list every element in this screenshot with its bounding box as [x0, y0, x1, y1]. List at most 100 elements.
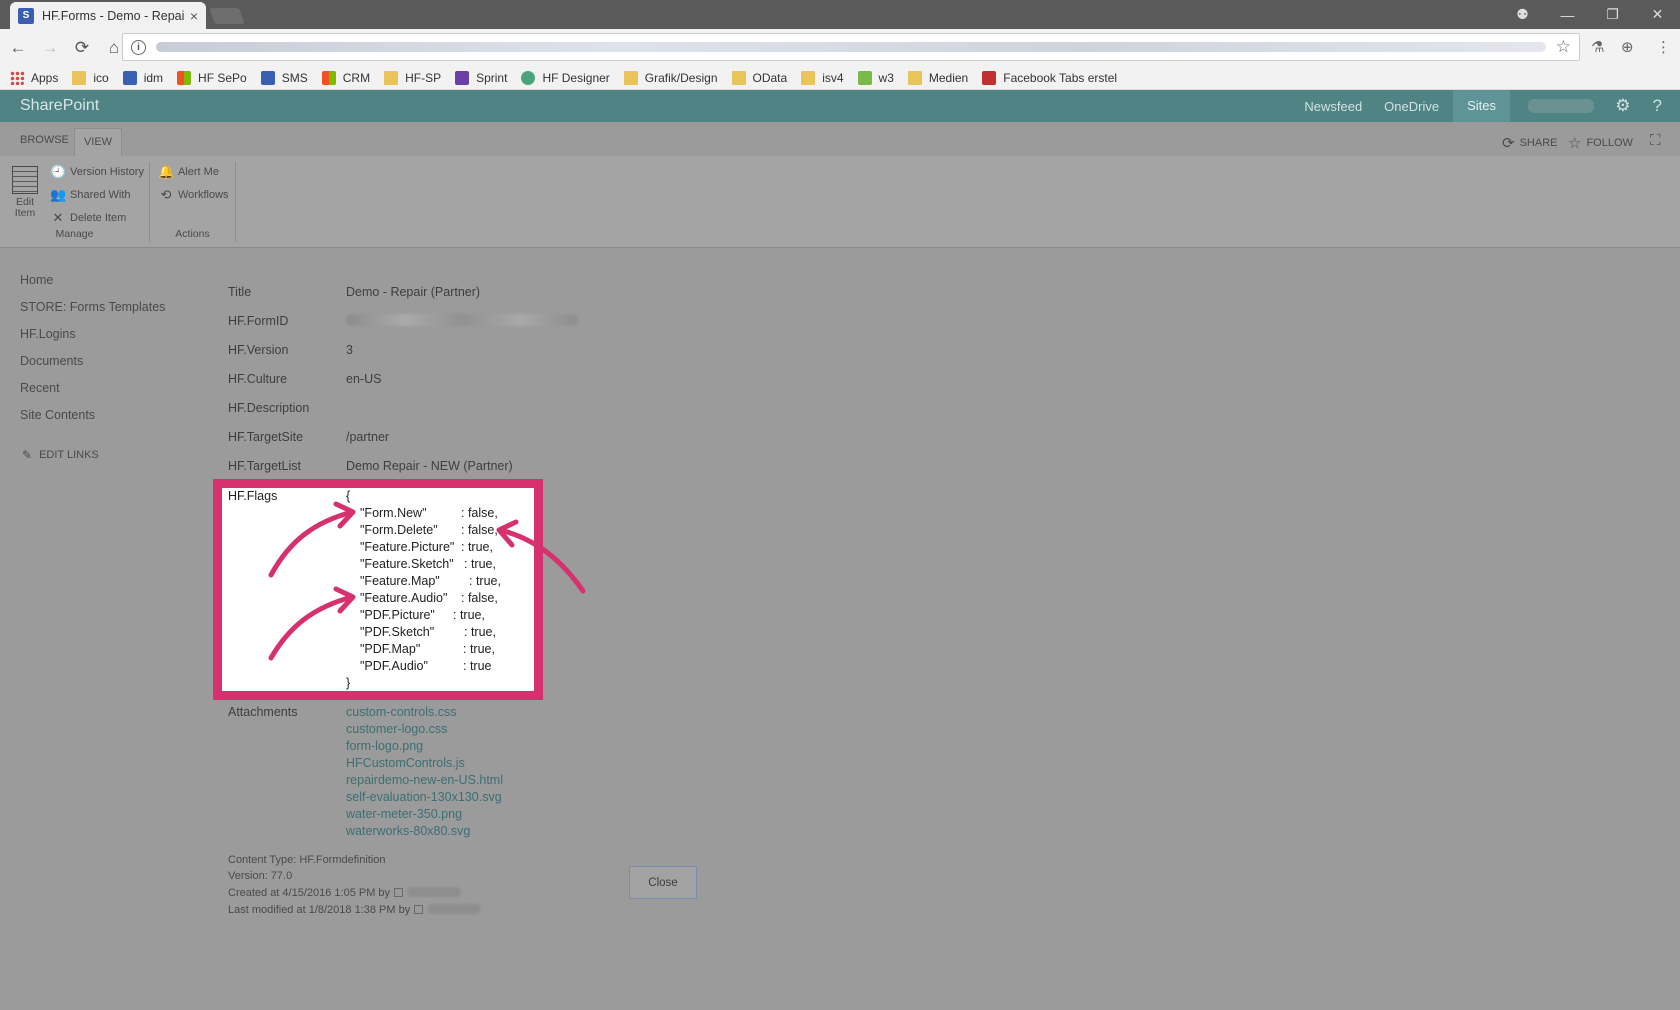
bookmark-odata[interactable]: OData — [731, 70, 787, 85]
back-icon[interactable]: ← — [4, 38, 32, 58]
extension-globe-icon[interactable]: ⊕ — [1621, 38, 1634, 56]
suite-link-onedrive[interactable]: OneDrive — [1384, 99, 1439, 114]
suite-link-newsfeed[interactable]: Newsfeed — [1304, 99, 1362, 114]
attachment-link[interactable]: form-logo.png — [346, 739, 423, 753]
bookmark-w3[interactable]: w3 — [857, 70, 894, 85]
bookmark-apps[interactable]: Apps — [10, 70, 58, 85]
prop-value-culture: en-US — [346, 372, 382, 386]
bookmark-grafik-design[interactable]: Grafik/Design — [623, 70, 718, 85]
flag-entry: "PDF.Map": true, — [360, 642, 495, 656]
vs-icon — [455, 70, 470, 85]
created-label: Created at 4/15/2016 1:05 PM by — [228, 887, 391, 899]
attachment-link[interactable]: customer-logo.css — [346, 722, 447, 736]
window-close-icon[interactable]: ✕ — [1635, 6, 1680, 23]
focus-content-button[interactable]: ⛶ — [1650, 132, 1666, 149]
suite-link-sites[interactable]: Sites — [1453, 90, 1510, 122]
attachment-link[interactable]: waterworks-80x80.svg — [346, 824, 470, 838]
reload-icon[interactable]: ⟳ — [68, 38, 96, 58]
mx-icon — [982, 70, 997, 85]
edit-item-button[interactable]: Edit Item — [10, 166, 40, 219]
tab-view[interactable]: VIEW — [74, 128, 122, 156]
browser-tab[interactable]: S HF.Forms - Demo - Repair (Partner) × — [10, 2, 206, 29]
help-icon[interactable]: ? — [1653, 96, 1662, 116]
browser-menu-icon[interactable]: ⋮ — [1656, 38, 1671, 56]
bookmark-hf-sepo[interactable]: HF SePo — [177, 70, 247, 85]
ms-icon — [177, 70, 192, 85]
nav-recent[interactable]: Recent — [20, 380, 165, 407]
ms-icon — [321, 70, 336, 85]
sharepoint-brand[interactable]: SharePoint — [20, 97, 99, 115]
extension-flask-icon[interactable]: ⚗ — [1591, 38, 1604, 56]
forward-icon[interactable]: → — [36, 38, 64, 58]
bookmark-isv4[interactable]: isv4 — [801, 70, 844, 85]
browser-toolbar: ← → ⟳ ⌂ i ☆ — [0, 29, 1680, 66]
modified-label: Last modified at 1/8/2018 1:38 PM by — [228, 904, 411, 916]
new-tab-button[interactable] — [209, 8, 245, 24]
bookmark-medien[interactable]: Medien — [907, 70, 969, 85]
tab-close-icon[interactable]: × — [190, 8, 198, 24]
bookmark-label: isv4 — [822, 70, 844, 85]
flag-entry: "Feature.Picture": true, — [360, 540, 493, 554]
ribbon-tabs: BROWSE VIEW — [0, 122, 1680, 156]
bookmark-label: ico — [93, 70, 109, 85]
minimize-icon[interactable]: — — [1545, 7, 1590, 23]
profile-icon[interactable]: ⚉ — [1500, 6, 1545, 23]
attachment-link[interactable]: self-evaluation-130x130.svg — [346, 790, 502, 804]
edit-links-button[interactable]: ✎ EDIT LINKS — [22, 448, 99, 462]
flag-entry: "PDF.Audio": true — [360, 659, 492, 673]
modified-by-redacted[interactable] — [427, 904, 482, 914]
user-menu-redacted[interactable] — [1528, 99, 1594, 113]
created-by-redacted[interactable] — [407, 887, 462, 897]
bookmark-crm[interactable]: CRM — [321, 70, 370, 85]
attachment-link[interactable]: repairdemo-new-en-US.html — [346, 773, 503, 787]
nav-site-contents[interactable]: Site Contents — [20, 407, 165, 434]
bookmark-hf-sp[interactable]: HF-SP — [384, 70, 442, 85]
flag-value: : true, — [464, 557, 496, 571]
bookmark-ico[interactable]: ico — [72, 70, 109, 85]
shared-with-label: Shared With — [70, 189, 131, 201]
tab-browse[interactable]: BROWSE — [20, 134, 69, 146]
folder-icon — [801, 70, 816, 85]
info-icon[interactable]: i — [131, 39, 146, 55]
workflows-button[interactable]: ⟲ Workflows — [158, 187, 229, 203]
bookmark-label: Facebook Tabs erstel — [1003, 70, 1118, 85]
prop-label-attachments: Attachments — [228, 705, 298, 719]
follow-button[interactable]: ☆ FOLLOW — [1568, 134, 1633, 152]
attachment-link[interactable]: HFCustomControls.js — [346, 756, 465, 770]
delete-item-button[interactable]: ✕ Delete Item — [50, 210, 127, 226]
bookmark-label: HF-SP — [405, 70, 442, 85]
bookmark-sms[interactable]: SMS — [260, 70, 308, 85]
ribbon: Edit Item 🕘 Version History 👥 Shared Wit… — [0, 156, 1680, 248]
prop-label-formid: HF.FormID — [228, 314, 289, 328]
bookmark-facebook-tabs-erstel[interactable]: Facebook Tabs erstel — [982, 70, 1118, 85]
share-button[interactable]: ⟳ SHARE — [1502, 134, 1557, 152]
bookmark-idm[interactable]: idm — [122, 70, 163, 85]
address-url-redacted — [156, 42, 1546, 52]
edit-links-label: EDIT LINKS — [39, 449, 99, 461]
nav-home[interactable]: Home — [20, 272, 165, 299]
bookmark-star-icon[interactable]: ☆ — [1556, 37, 1571, 57]
address-bar[interactable]: i ☆ — [122, 33, 1580, 61]
nav-store-forms-templates[interactable]: STORE: Forms Templates — [20, 299, 165, 326]
delete-x-icon: ✕ — [52, 210, 64, 225]
settings-gear-icon[interactable]: ⚙ — [1615, 96, 1630, 116]
close-button[interactable]: Close — [629, 866, 697, 899]
prop-value-title: Demo - Repair (Partner) — [346, 285, 481, 299]
bookmark-label: Grafik/Design — [644, 70, 718, 85]
version-history-button[interactable]: 🕘 Version History — [50, 164, 144, 180]
workflows-icon: ⟲ — [160, 187, 172, 202]
attachment-link[interactable]: water-meter-350.png — [346, 807, 462, 821]
nav-documents[interactable]: Documents — [20, 353, 165, 380]
restore-icon[interactable]: ❐ — [1590, 6, 1635, 23]
alert-me-button[interactable]: 🔔 Alert Me — [158, 164, 219, 180]
flag-entry: "Form.Delete": false, — [360, 523, 498, 537]
nav-hf-logins[interactable]: HF.Logins — [20, 326, 165, 353]
group-label-manage: Manage — [55, 228, 94, 240]
bookmark-label: Medien — [928, 70, 969, 85]
shared-with-button[interactable]: 👥 Shared With — [50, 187, 131, 203]
flags-close-brace: } — [346, 676, 351, 690]
alert-me-label: Alert Me — [178, 166, 219, 178]
attachment-link[interactable]: custom-controls.css — [346, 705, 456, 719]
bookmark-sprint[interactable]: Sprint — [455, 70, 507, 85]
bookmark-hf-designer[interactable]: HF Designer — [521, 70, 610, 85]
